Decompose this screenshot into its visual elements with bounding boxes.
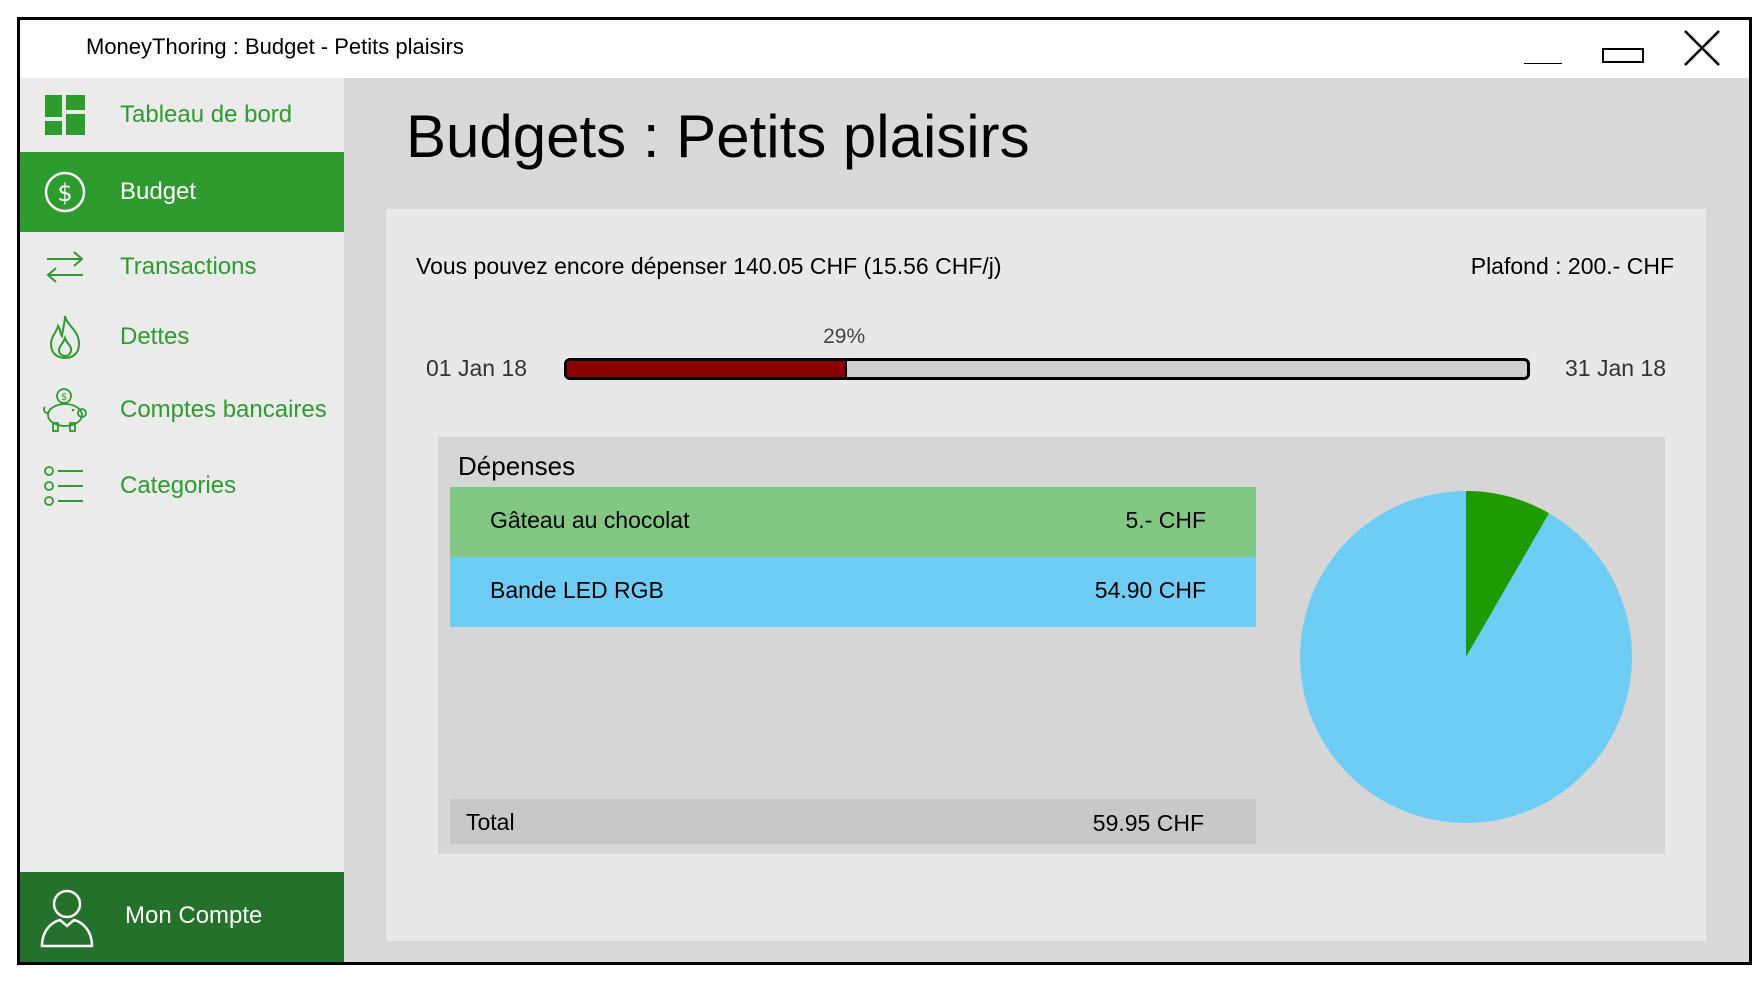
sidebar-item-categories[interactable]: Categories xyxy=(20,448,344,524)
expense-row[interactable]: Bande LED RGB 54.90 CHF xyxy=(450,557,1256,627)
maximize-button[interactable] xyxy=(1600,26,1646,70)
piggy-bank-icon: $ xyxy=(40,385,90,435)
account-button[interactable]: Mon Compte xyxy=(20,872,344,962)
sidebar-item-label: Dettes xyxy=(120,323,190,350)
sidebar-item-label: Tableau de bord xyxy=(120,101,293,128)
sidebar-item-dashboard[interactable]: Tableau de bord xyxy=(20,78,344,152)
sidebar-item-transactions[interactable]: Transactions xyxy=(20,232,344,302)
budget-card: Vous pouvez encore dépenser 140.05 CHF (… xyxy=(386,209,1706,941)
total-label: Total xyxy=(466,809,515,835)
expense-amount: 54.90 CHF xyxy=(1094,577,1206,603)
sidebar-item-budget[interactable]: $ Budget xyxy=(20,152,344,232)
sidebar: Tableau de bord $ Budget Transactions De… xyxy=(20,78,344,962)
expense-amount: 5.- CHF xyxy=(1125,507,1207,533)
expenses-pie-chart xyxy=(1300,491,1632,823)
sidebar-item-label: Transactions xyxy=(120,253,257,280)
expense-name: Bande LED RGB xyxy=(490,577,664,603)
app-window: MoneyThoring : Budget - Petits plaisirs … xyxy=(17,17,1752,965)
progress-fill xyxy=(567,361,848,377)
expense-row[interactable]: Gâteau au chocolat 5.- CHF xyxy=(450,487,1256,557)
expenses-total-row: Total 59.95 CHF xyxy=(450,799,1256,844)
dollar-circle-icon: $ xyxy=(40,167,90,217)
sidebar-item-bank-accounts[interactable]: $ Comptes bancaires xyxy=(20,372,344,448)
main-content: Budgets : Petits plaisirs Vous pouvez en… xyxy=(344,78,1749,962)
transfer-arrows-icon xyxy=(40,242,90,292)
dashboard-icon xyxy=(40,90,90,140)
sidebar-item-debts[interactable]: Dettes xyxy=(20,302,344,372)
period-start-date: 01 Jan 18 xyxy=(426,355,528,381)
list-icon xyxy=(40,461,90,511)
progress-percent-label: 29% xyxy=(823,325,866,348)
sidebar-item-label: Budget xyxy=(120,178,197,205)
sidebar-item-label: Categories xyxy=(120,472,237,499)
window-title: MoneyThoring : Budget - Petits plaisirs xyxy=(86,34,464,59)
period-end-date: 31 Jan 18 xyxy=(1564,355,1666,381)
close-button[interactable] xyxy=(1680,26,1726,70)
svg-text:$: $ xyxy=(61,392,67,403)
close-icon xyxy=(1684,30,1720,66)
expenses-title: Dépenses xyxy=(458,451,576,481)
remaining-amount: Vous pouvez encore dépenser 140.05 CHF (… xyxy=(416,253,1002,279)
user-icon xyxy=(38,886,96,950)
minimize-button[interactable] xyxy=(1520,26,1566,70)
svg-text:$: $ xyxy=(57,179,72,207)
title-bar: MoneyThoring : Budget - Petits plaisirs xyxy=(20,20,1749,78)
page-title: Budgets : Petits plaisirs xyxy=(406,103,1030,170)
total-value: 59.95 CHF xyxy=(1092,810,1204,836)
pie-slice xyxy=(1300,491,1632,823)
account-label: Mon Compte xyxy=(125,902,263,929)
expenses-panel: Dépenses Gâteau au chocolat 5.- CHF Band… xyxy=(438,437,1665,854)
period-progress-bar xyxy=(564,358,1530,380)
budget-ceiling: Plafond : 200.- CHF xyxy=(1470,253,1674,279)
flame-icon xyxy=(40,312,90,362)
sidebar-item-label: Comptes bancaires xyxy=(120,396,327,423)
expense-name: Gâteau au chocolat xyxy=(490,507,690,533)
